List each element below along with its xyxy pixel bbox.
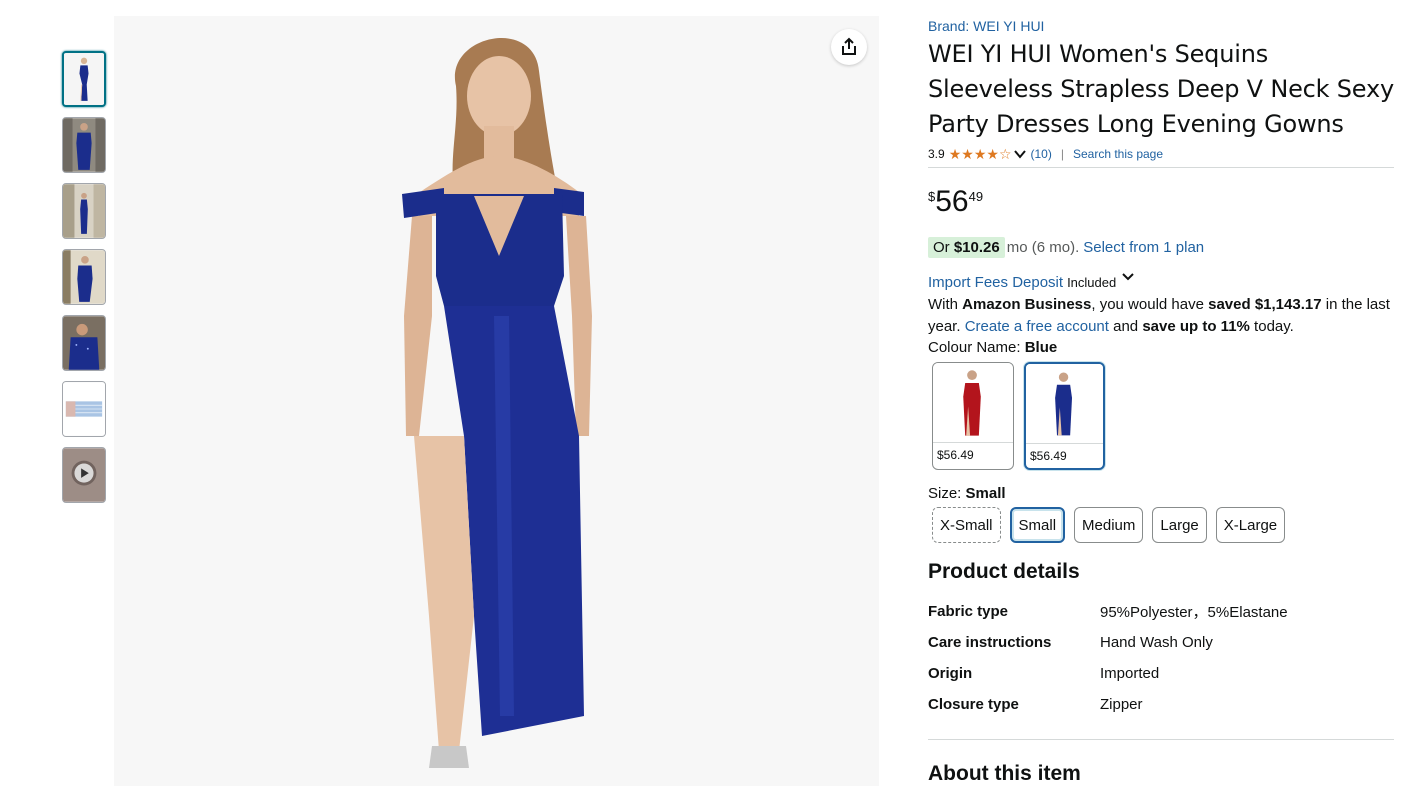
biz-text: today. (1249, 318, 1294, 335)
installment-prefix: Or (933, 238, 950, 256)
star-full-icon: ★ (948, 146, 962, 162)
detail-value: Imported (1100, 665, 1160, 682)
blue-dress-thumb (1055, 372, 1073, 436)
star-rating[interactable]: ★ ★ ★ ★ ☆ (949, 147, 1012, 161)
main-product-image[interactable] (114, 16, 879, 786)
swatch-price: $56.49 (1030, 449, 1067, 463)
price: $ 56 49 (928, 185, 1394, 223)
thumbnail-3[interactable] (62, 183, 106, 239)
colour-swatch-blue[interactable]: $56.49 (1024, 362, 1105, 470)
table-row: Origin Imported (928, 658, 1288, 689)
detail-value: Zipper (1100, 696, 1143, 713)
table-row: Fabric type 95%Polyester，5%Elastane (928, 596, 1288, 627)
price-fraction: 49 (968, 189, 984, 204)
colour-swatches: $56.49 $56.49 (932, 362, 1394, 470)
thumbnail-5[interactable] (62, 315, 106, 371)
thumbnail-4[interactable] (62, 249, 106, 305)
detail-key: Care instructions (928, 634, 1052, 651)
installment-badge: Or $10.26 (928, 236, 1005, 258)
size-options: X-Small Small Medium Large X-Large (932, 507, 1394, 543)
dress-thumb-image (63, 184, 105, 238)
thumbnail-2[interactable] (62, 117, 106, 173)
installment-offer: Or $10.26 mo (6 mo). Select from 1 plan (928, 235, 1394, 259)
biz-text: , you would have (1091, 296, 1209, 313)
play-video-icon (63, 448, 105, 502)
swatch-price: $56.49 (937, 448, 974, 462)
size-option-small[interactable]: Small (1009, 507, 1066, 543)
colour-selected: Blue (1024, 339, 1058, 356)
thumbnail-strip (62, 51, 106, 513)
colour-swatch-red[interactable]: $56.49 (932, 362, 1014, 470)
detail-value: Hand Wash Only (1100, 634, 1213, 651)
import-fees-row: Import Fees Deposit Included (928, 272, 1394, 292)
share-button[interactable] (831, 29, 867, 65)
size-selected: Small (965, 485, 1006, 502)
price-whole: 56 (935, 185, 969, 218)
separator: | (1060, 147, 1064, 161)
size-option-medium[interactable]: Medium (1074, 507, 1144, 543)
biz-discount: save up to 11% (1142, 318, 1250, 335)
thumbnail-video[interactable] (62, 447, 106, 503)
product-details-heading: Product details (928, 560, 1080, 583)
table-row: Closure type Zipper (928, 689, 1288, 720)
colour-label-text: Colour Name: (928, 339, 1025, 356)
biz-text: and (1108, 318, 1143, 335)
about-this-item-heading: About this item (928, 762, 1081, 785)
create-account-link[interactable]: Create a free account (965, 318, 1109, 335)
star-full-icon: ★ (961, 146, 974, 162)
divider (928, 739, 1394, 740)
biz-text: With (928, 296, 963, 313)
review-count-link[interactable]: (10) (1031, 147, 1052, 161)
size-chart-icon (63, 382, 105, 436)
size-option-large[interactable]: Large (1152, 507, 1207, 543)
star-empty-icon: ☆ (998, 146, 1012, 162)
installment-amount: $10.26 (953, 238, 1000, 256)
star-full-icon: ★ (973, 146, 987, 162)
chevron-down-icon[interactable] (1121, 272, 1135, 282)
amazon-business-promo: With Amazon Business, you would have sav… (928, 294, 1394, 338)
share-icon (842, 37, 856, 55)
red-dress-thumb (963, 370, 981, 436)
colour-label: Colour Name: Blue (928, 338, 1394, 358)
import-fees-status: Included (1067, 274, 1117, 290)
table-row: Care instructions Hand Wash Only (928, 627, 1288, 658)
swatch-image (1026, 364, 1103, 444)
size-label: Size: Small (928, 484, 1394, 504)
star-full-icon: ★ (986, 146, 999, 162)
select-plan-link[interactable]: Select from 1 plan (1083, 239, 1204, 256)
thumbnail-1[interactable] (62, 51, 106, 107)
installment-terms: mo (6 mo). (1006, 238, 1080, 256)
product-details-table: Fabric type 95%Polyester，5%Elastane Care… (928, 596, 1288, 720)
biz-brand: Amazon Business (962, 296, 1092, 313)
divider (928, 167, 1394, 168)
dress-thumb-image (63, 118, 105, 172)
size-option-x-small[interactable]: X-Small (932, 507, 1001, 543)
search-this-page-link[interactable]: Search this page (1073, 147, 1163, 161)
rating-value: 3.9 (928, 147, 945, 161)
detail-key: Origin (928, 665, 973, 682)
size-label-text: Size: (928, 485, 966, 502)
rating-row: 3.9 ★ ★ ★ ★ ☆ (10) | Search this page (928, 144, 1394, 164)
price-symbol: $ (928, 189, 936, 204)
brand-link[interactable]: Brand: WEI YI HUI (928, 16, 1394, 36)
detail-key: Fabric type (928, 603, 1009, 620)
dress-thumb-image (63, 250, 105, 304)
detail-value: 95%Polyester，5%Elastane (1100, 604, 1288, 621)
biz-savings: saved $1,143.17 (1208, 296, 1322, 313)
product-title: WEI YI HUI Women's Sequins Sleeveless St… (928, 40, 1394, 138)
import-fees-link[interactable]: Import Fees Deposit (928, 274, 1063, 291)
dress-model-image (402, 38, 592, 768)
dress-thumb-image (63, 316, 105, 370)
detail-key: Closure type (928, 696, 1019, 713)
swatch-image (933, 363, 1013, 443)
size-option-x-large[interactable]: X-Large (1215, 507, 1286, 543)
product-info-panel: Brand: WEI YI HUI WEI YI HUI Women's Seq… (928, 16, 1394, 787)
thumbnail-size-chart[interactable] (62, 381, 106, 437)
dress-thumb-image (64, 53, 104, 105)
chevron-down-icon[interactable] (1013, 147, 1027, 161)
